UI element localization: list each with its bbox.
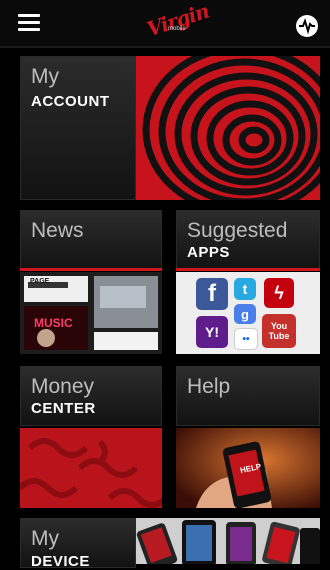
tile-subtitle: CENTER <box>31 400 96 417</box>
lastfm-icon: ϟ <box>264 278 294 308</box>
youtube-icon: You Tube <box>262 314 296 348</box>
facebook-icon: f <box>196 278 228 310</box>
apps-divider <box>176 268 320 271</box>
money-center-tile[interactable]: Money CENTER <box>20 366 162 426</box>
news-thumb-top: PAGE <box>30 278 50 285</box>
google-icon: g <box>234 304 256 324</box>
tile-subtitle: ACCOUNT <box>31 93 110 110</box>
news-divider <box>20 268 162 271</box>
money-thumbnail[interactable] <box>20 428 162 508</box>
tile-title: My <box>31 65 59 88</box>
news-tile[interactable]: News <box>20 210 162 270</box>
my-account-tile[interactable]: My ACCOUNT <box>20 56 136 200</box>
apps-thumbnail[interactable]: f t ϟ g Y! •• You Tube <box>176 272 320 354</box>
tile-title: Help <box>187 375 231 398</box>
help-thumbnail[interactable]: HELP <box>176 428 320 508</box>
help-tile[interactable]: Help <box>176 366 320 426</box>
top-bar: Virgin mobile <box>0 0 330 48</box>
tile-title: Money <box>31 375 95 398</box>
virgin-mobile-logo: Virgin mobile <box>143 0 212 42</box>
yahoo-icon: Y! <box>196 316 228 348</box>
device-thumbnail[interactable] <box>136 518 320 564</box>
tile-subtitle: DEVICE <box>31 553 90 570</box>
tile-title: Suggested <box>187 219 288 242</box>
tile-subtitle: APPS <box>187 244 230 261</box>
tile-title: News <box>31 219 84 242</box>
twitter-icon: t <box>234 278 256 300</box>
news-thumbnail[interactable]: MUSIC PAGE <box>20 272 162 354</box>
my-device-tile[interactable]: My DEVICE <box>20 518 136 570</box>
tile-title: My <box>31 527 59 550</box>
activity-pulse-icon[interactable] <box>296 15 318 37</box>
fingerprint-image[interactable] <box>136 56 320 200</box>
suggested-apps-tile[interactable]: Suggested APPS <box>176 210 320 270</box>
news-thumb-tag: MUSIC <box>34 316 73 330</box>
flickr-icon: •• <box>234 328 258 350</box>
menu-icon[interactable] <box>18 14 40 32</box>
